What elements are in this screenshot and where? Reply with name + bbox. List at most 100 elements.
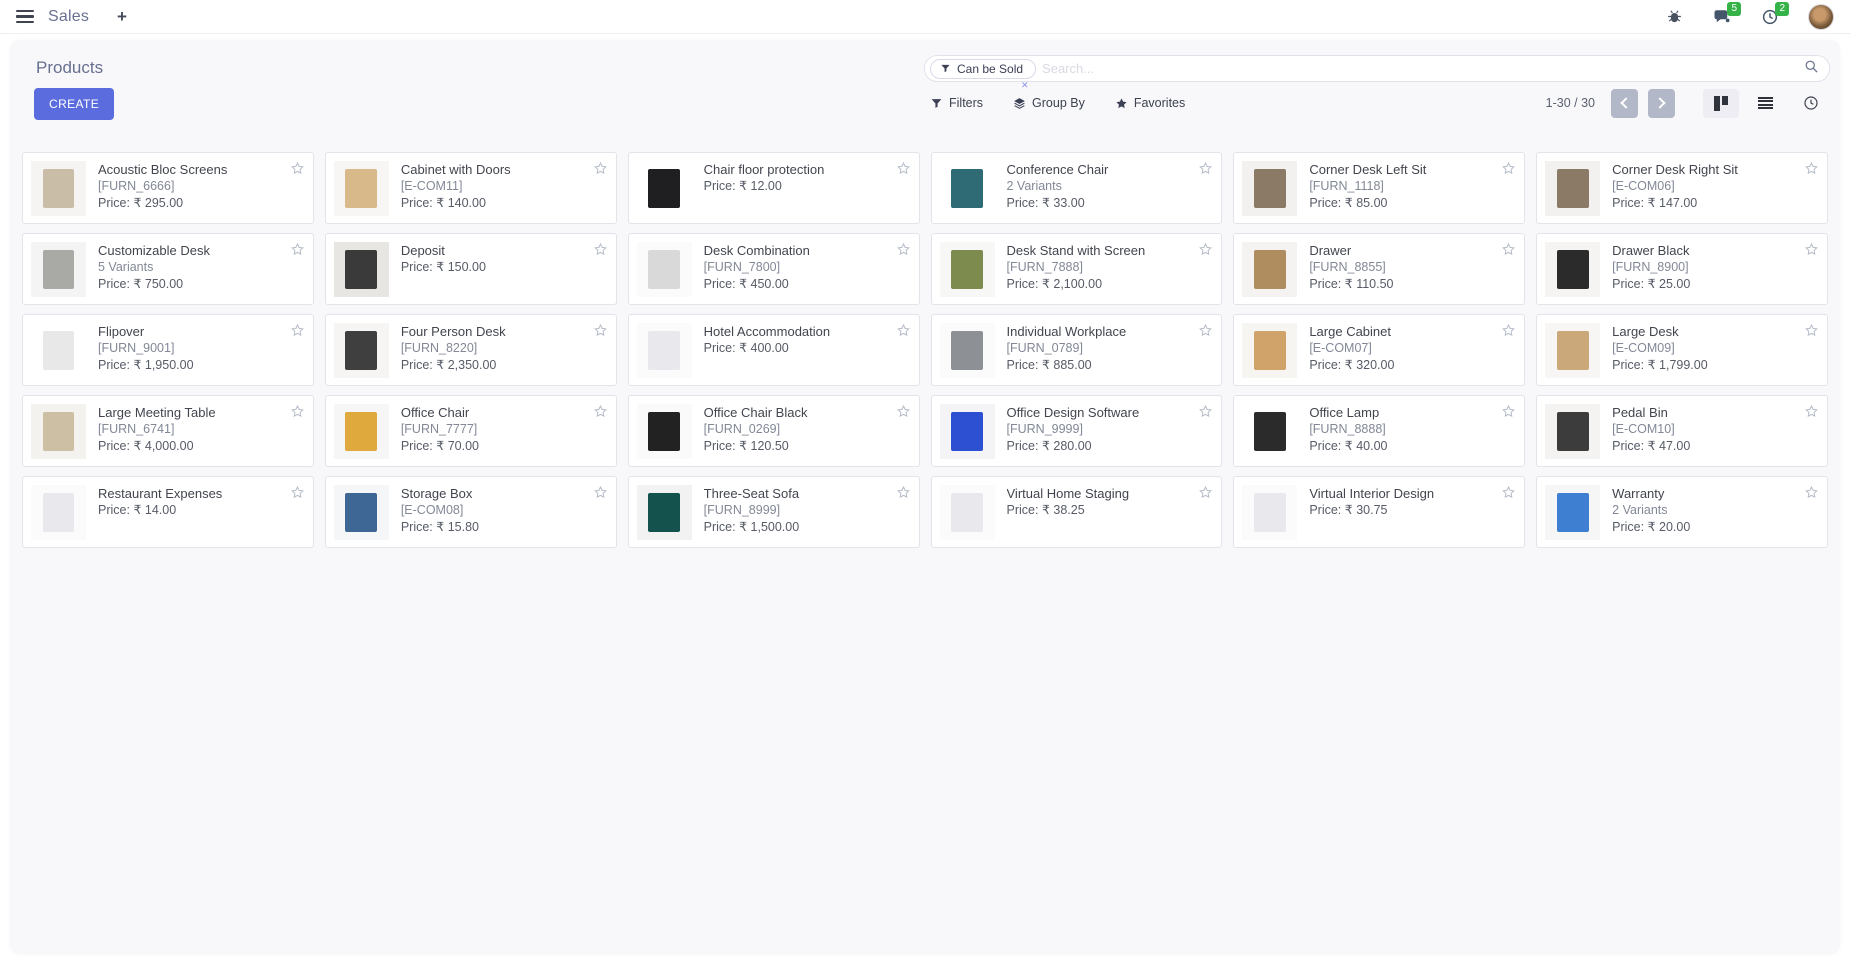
favorite-star-icon[interactable] (896, 242, 911, 257)
favorite-star-icon[interactable] (1198, 323, 1213, 338)
favorite-star-icon[interactable] (1804, 161, 1819, 176)
app-name[interactable]: Sales (48, 8, 89, 26)
product-name[interactable]: Flipover (98, 323, 194, 340)
product-name[interactable]: Virtual Interior Design (1309, 485, 1454, 502)
product-name[interactable]: Drawer Black (1612, 242, 1709, 259)
favorite-star-icon[interactable] (290, 404, 305, 419)
favorites-button[interactable]: Favorites (1115, 96, 1185, 110)
product-name[interactable]: Individual Workplace (1007, 323, 1147, 340)
favorite-star-icon[interactable] (896, 485, 911, 500)
favorite-star-icon[interactable] (1804, 404, 1819, 419)
product-card[interactable]: Virtual Interior Design Price: ₹ 30.75 (1233, 476, 1525, 548)
list-view-button[interactable] (1747, 90, 1784, 117)
product-name[interactable]: Large Meeting Table (98, 404, 236, 421)
product-name[interactable]: Conference Chair (1007, 161, 1129, 178)
product-card[interactable]: Office Lamp [FURN_8888] Price: ₹ 40.00 (1233, 395, 1525, 467)
favorite-star-icon[interactable] (593, 404, 608, 419)
product-name[interactable]: Deposit (401, 242, 486, 259)
favorite-star-icon[interactable] (593, 323, 608, 338)
product-name[interactable]: Desk Combination (704, 242, 830, 259)
kanban-view-button[interactable] (1703, 89, 1739, 118)
favorite-star-icon[interactable] (1501, 242, 1516, 257)
favorite-star-icon[interactable] (593, 485, 608, 500)
filters-button[interactable]: Filters (930, 96, 983, 110)
favorite-star-icon[interactable] (290, 485, 305, 500)
activities-clock-icon[interactable]: 2 (1760, 7, 1780, 27)
product-card[interactable]: Virtual Home Staging Price: ₹ 38.25 (931, 476, 1223, 548)
product-name[interactable]: Virtual Home Staging (1007, 485, 1150, 502)
product-card[interactable]: Four Person Desk [FURN_8220] Price: ₹ 2,… (325, 314, 617, 386)
favorite-star-icon[interactable] (593, 161, 608, 176)
product-card[interactable]: Office Chair [FURN_7777] Price: ₹ 70.00 (325, 395, 617, 467)
product-name[interactable]: Large Desk (1612, 323, 1708, 340)
product-name[interactable]: Office Lamp (1309, 404, 1399, 421)
product-card[interactable]: Office Chair Black [FURN_0269] Price: ₹ … (628, 395, 920, 467)
product-name[interactable]: Three-Seat Sofa (704, 485, 819, 502)
product-card[interactable]: Pedal Bin [E-COM10] Price: ₹ 47.00 (1536, 395, 1828, 467)
pager-previous-button[interactable] (1611, 89, 1638, 118)
product-name[interactable]: Office Chair (401, 404, 489, 421)
favorite-star-icon[interactable] (896, 323, 911, 338)
favorite-star-icon[interactable] (1804, 323, 1819, 338)
favorite-star-icon[interactable] (1804, 242, 1819, 257)
product-card[interactable]: Cabinet with Doors [E-COM11] Price: ₹ 14… (325, 152, 617, 224)
user-avatar[interactable] (1808, 4, 1834, 30)
favorite-star-icon[interactable] (290, 242, 305, 257)
product-card[interactable]: Flipover [FURN_9001] Price: ₹ 1,950.00 (22, 314, 314, 386)
product-card[interactable]: Restaurant Expenses Price: ₹ 14.00 (22, 476, 314, 548)
product-name[interactable]: Cabinet with Doors (401, 161, 531, 178)
search-bar[interactable]: Can be Sold ✕ (924, 55, 1830, 82)
product-card[interactable]: Chair floor protection Price: ₹ 12.00 (628, 152, 920, 224)
product-card[interactable]: Corner Desk Right Sit [E-COM06] Price: ₹… (1536, 152, 1828, 224)
product-card[interactable]: Large Meeting Table [FURN_6741] Price: ₹… (22, 395, 314, 467)
product-card[interactable]: Large Desk [E-COM09] Price: ₹ 1,799.00 (1536, 314, 1828, 386)
favorite-star-icon[interactable] (1804, 485, 1819, 500)
filter-facet-can-be-sold[interactable]: Can be Sold (930, 59, 1036, 79)
product-card[interactable]: Storage Box [E-COM08] Price: ₹ 15.80 (325, 476, 617, 548)
search-icon[interactable] (1804, 59, 1819, 79)
favorite-star-icon[interactable] (290, 323, 305, 338)
group-by-button[interactable]: Group By (1013, 96, 1085, 110)
product-card[interactable]: Drawer [FURN_8855] Price: ₹ 110.50 (1233, 233, 1525, 305)
product-name[interactable]: Restaurant Expenses (98, 485, 242, 502)
product-card[interactable]: Conference Chair 2 Variants Price: ₹ 33.… (931, 152, 1223, 224)
product-card[interactable]: Customizable Desk 5 Variants Price: ₹ 75… (22, 233, 314, 305)
favorite-star-icon[interactable] (1501, 161, 1516, 176)
product-card[interactable]: Acoustic Bloc Screens [FURN_6666] Price:… (22, 152, 314, 224)
favorite-star-icon[interactable] (1198, 242, 1213, 257)
product-card[interactable]: Desk Combination [FURN_7800] Price: ₹ 45… (628, 233, 920, 305)
favorite-star-icon[interactable] (1198, 404, 1213, 419)
messages-icon[interactable]: 5 (1712, 7, 1732, 27)
product-name[interactable]: Warranty (1612, 485, 1690, 502)
product-name[interactable]: Corner Desk Left Sit (1309, 161, 1446, 178)
favorite-star-icon[interactable] (896, 404, 911, 419)
favorite-star-icon[interactable] (1198, 485, 1213, 500)
product-card[interactable]: Large Cabinet [E-COM07] Price: ₹ 320.00 (1233, 314, 1525, 386)
product-name[interactable]: Chair floor protection (704, 161, 845, 178)
favorite-star-icon[interactable] (290, 161, 305, 176)
product-card[interactable]: Desk Stand with Screen [FURN_7888] Price… (931, 233, 1223, 305)
product-name[interactable]: Corner Desk Right Sit (1612, 161, 1758, 178)
favorite-star-icon[interactable] (1501, 404, 1516, 419)
product-name[interactable]: Hotel Accommodation (704, 323, 850, 340)
product-name[interactable]: Customizable Desk (98, 242, 230, 259)
product-name[interactable]: Pedal Bin (1612, 404, 1690, 421)
product-card[interactable]: Individual Workplace [FURN_0789] Price: … (931, 314, 1223, 386)
favorite-star-icon[interactable] (896, 161, 911, 176)
product-name[interactable]: Desk Stand with Screen (1007, 242, 1166, 259)
product-name[interactable]: Large Cabinet (1309, 323, 1411, 340)
product-name[interactable]: Office Design Software (1007, 404, 1160, 421)
apps-menu-icon[interactable] (16, 10, 34, 24)
product-card[interactable]: Three-Seat Sofa [FURN_8999] Price: ₹ 1,5… (628, 476, 920, 548)
product-card[interactable]: Drawer Black [FURN_8900] Price: ₹ 25.00 (1536, 233, 1828, 305)
new-tab-button[interactable]: + (117, 7, 127, 27)
product-name[interactable]: Drawer (1309, 242, 1393, 259)
favorite-star-icon[interactable] (593, 242, 608, 257)
product-name[interactable]: Four Person Desk (401, 323, 526, 340)
product-card[interactable]: Hotel Accommodation Price: ₹ 400.00 (628, 314, 920, 386)
product-name[interactable]: Acoustic Bloc Screens (98, 161, 247, 178)
pager-next-button[interactable] (1648, 89, 1675, 118)
debug-bug-icon[interactable] (1664, 7, 1684, 27)
product-card[interactable]: Office Design Software [FURN_9999] Price… (931, 395, 1223, 467)
product-card[interactable]: Corner Desk Left Sit [FURN_1118] Price: … (1233, 152, 1525, 224)
